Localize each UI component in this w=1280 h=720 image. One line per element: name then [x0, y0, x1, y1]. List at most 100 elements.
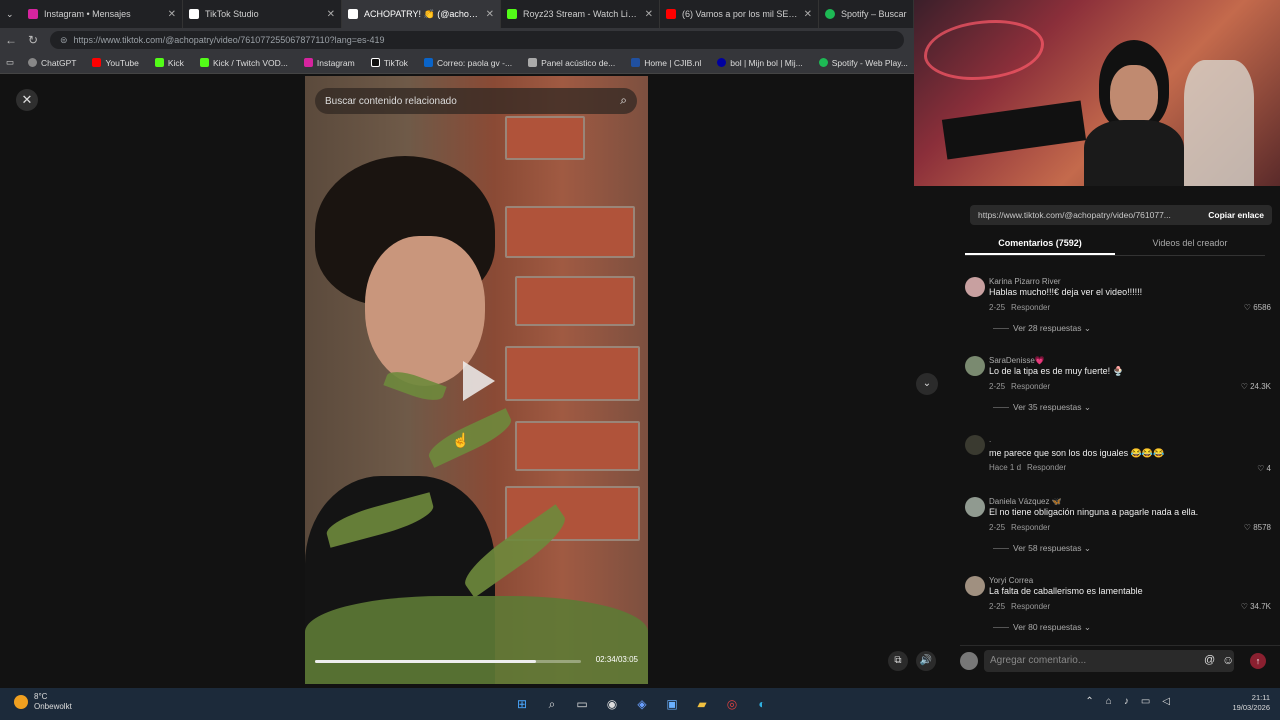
- bookmark-tiktok[interactable]: TikTok: [363, 58, 416, 68]
- avatar[interactable]: [965, 277, 985, 297]
- bookmark-spotify[interactable]: Spotify - Web Play...: [811, 58, 916, 68]
- close-video-button[interactable]: ✕: [16, 89, 38, 111]
- app-icon[interactable]: ◈: [632, 694, 652, 714]
- edge-icon[interactable]: ◐: [752, 694, 772, 714]
- related-search-input[interactable]: Buscar contenido relacionado ⌕: [315, 88, 637, 114]
- display-icon[interactable]: ▭: [1141, 696, 1150, 707]
- close-icon[interactable]: ✕: [327, 9, 335, 20]
- weather-widget[interactable]: 8°C Onbewolkt: [14, 692, 72, 712]
- browser-tab[interactable]: Royz23 Stream - Watch Live on Ki✕: [501, 0, 660, 28]
- bookmark-correo[interactable]: Correo: paola gv -...: [416, 58, 520, 68]
- arrow-up-icon: ↑: [1255, 656, 1261, 666]
- bookmark-cjib[interactable]: Home | CJIB.nl: [623, 58, 709, 68]
- avatar[interactable]: [965, 435, 985, 455]
- reload-icon[interactable]: ↻: [22, 33, 44, 47]
- send-button[interactable]: ↑: [1250, 653, 1266, 669]
- like-button[interactable]: ♡ 24.3K: [1241, 382, 1271, 391]
- network-icon[interactable]: ⌂: [1106, 696, 1112, 707]
- pip-button[interactable]: ⧉: [888, 651, 908, 671]
- like-button[interactable]: ♡ 6586: [1244, 303, 1271, 312]
- windows-start-icon[interactable]: ⊞: [512, 694, 532, 714]
- bookmark-bol[interactable]: bol | Mijn bol | Mij...: [709, 58, 810, 68]
- browser-tab-active[interactable]: ACHOPATRY! 👏 (@achopatry) | T✕: [342, 0, 501, 28]
- comment-author[interactable]: Daniela Vázquez 🦋: [989, 497, 1062, 506]
- avatar[interactable]: [965, 356, 985, 376]
- bookmark-kick[interactable]: Kick: [147, 58, 192, 68]
- search-icon[interactable]: ⌕: [542, 694, 562, 714]
- chrome-icon[interactable]: ◎: [722, 694, 742, 714]
- comment-author[interactable]: .: [989, 435, 991, 444]
- search-icon[interactable]: ⌕: [620, 93, 627, 108]
- browser-tab[interactable]: TikTok Studio ✕: [183, 0, 342, 28]
- reply-button[interactable]: Responder: [1011, 382, 1050, 391]
- tab-comments[interactable]: Comentarios (7592): [965, 232, 1115, 255]
- microphone-icon[interactable]: ♪: [1124, 696, 1129, 707]
- like-button[interactable]: ♡ 4: [1257, 464, 1271, 473]
- volume-icon[interactable]: ◁: [1162, 696, 1170, 707]
- copy-link-button[interactable]: Copiar enlace: [1200, 210, 1272, 220]
- video-progress-bar[interactable]: [315, 660, 581, 663]
- comment-author[interactable]: Karina Pizarro River: [989, 277, 1061, 286]
- bookmark-instagram[interactable]: Instagram: [296, 58, 363, 68]
- chevron-down-icon: ⌄: [6, 8, 14, 19]
- comment-input[interactable]: Agregar comentario...: [984, 650, 1234, 672]
- view-replies-button[interactable]: Ver 28 respuestas ⌄: [993, 323, 1091, 334]
- volume-button[interactable]: 🔊: [916, 651, 936, 671]
- store-icon[interactable]: ▣: [662, 694, 682, 714]
- share-link-text[interactable]: https://www.tiktok.com/@achopatry/video/…: [970, 210, 1200, 220]
- folder-icon[interactable]: ▰: [692, 694, 712, 714]
- close-icon[interactable]: ✕: [168, 9, 176, 20]
- reply-button[interactable]: Responder: [1011, 602, 1050, 611]
- browser-tab[interactable]: Spotify – Buscar: [819, 0, 914, 28]
- play-icon[interactable]: [463, 361, 495, 401]
- obs-icon[interactable]: ◉: [602, 694, 622, 714]
- close-icon[interactable]: ✕: [804, 9, 812, 20]
- clock[interactable]: 21:11 19/03/2026: [1232, 693, 1270, 713]
- comment-item: SaraDenisse💗 Lo de la tipa es de muy fue…: [965, 356, 1271, 416]
- view-replies-button[interactable]: Ver 35 respuestas ⌄: [993, 402, 1091, 413]
- bookmarks-menu-icon[interactable]: ▭: [0, 57, 20, 68]
- tab-creator-videos[interactable]: Videos del creador: [1115, 232, 1265, 255]
- heart-icon: ♡: [1243, 523, 1251, 532]
- like-button[interactable]: ♡ 8578: [1244, 523, 1271, 532]
- comment-text: Hablas mucho!!!€ deja ver el video!!!!!!: [989, 287, 1143, 297]
- reply-button[interactable]: Responder: [1027, 463, 1066, 472]
- video-player[interactable]: Buscar contenido relacionado ⌕ 02:34/03:0…: [305, 76, 648, 684]
- youtube-icon: [92, 58, 102, 67]
- next-video-button[interactable]: ⌄: [916, 373, 938, 395]
- mention-icon[interactable]: @: [1204, 654, 1215, 666]
- back-icon[interactable]: ←: [0, 33, 22, 47]
- shop-icon: [528, 58, 538, 67]
- tab-list-button[interactable]: ⌄: [0, 0, 22, 28]
- reply-button[interactable]: Responder: [1011, 303, 1050, 312]
- bol-icon: [717, 58, 727, 67]
- comment-author[interactable]: SaraDenisse💗: [989, 356, 1045, 365]
- chevron-up-icon[interactable]: ⌃: [1085, 696, 1093, 707]
- close-icon[interactable]: ✕: [486, 9, 494, 20]
- close-icon[interactable]: ✕: [645, 9, 653, 20]
- heart-icon: ♡: [1243, 303, 1251, 312]
- panel-tabs: Comentarios (7592) Videos del creador: [965, 232, 1265, 256]
- video-progress-fill: [315, 660, 536, 663]
- browser-tab[interactable]: (6) Vamos a por los mil SEGUIDO!✕: [660, 0, 819, 28]
- comment-text: El no tiene obligación ninguna a pagarle…: [989, 507, 1199, 517]
- reply-button[interactable]: Responder: [1011, 523, 1050, 532]
- comment-author[interactable]: Yoryi Correa: [989, 576, 1033, 585]
- emoji-icon[interactable]: ☺: [1222, 653, 1234, 667]
- task-view-icon[interactable]: ▭: [572, 694, 592, 714]
- url-input[interactable]: ⊜ https://www.tiktok.com/@achopatry/video…: [50, 31, 904, 49]
- site-info-icon[interactable]: ⊜: [60, 35, 68, 46]
- like-button[interactable]: ♡ 34.7K: [1241, 602, 1271, 611]
- avatar[interactable]: [965, 576, 985, 596]
- browser-tab[interactable]: Instagram • Mensajes ✕: [22, 0, 183, 28]
- bookmark-panel[interactable]: Panel acústico de...: [520, 58, 623, 68]
- comment-composer: Agregar comentario... @ ☺ ↑: [960, 645, 1280, 675]
- comment-item: . me parece que son los dos iguales 😂😂😂 …: [965, 435, 1271, 475]
- bookmark-chatgpt[interactable]: ChatGPT: [20, 58, 84, 68]
- view-replies-button[interactable]: Ver 58 respuestas ⌄: [993, 543, 1091, 554]
- bookmark-youtube[interactable]: YouTube: [84, 58, 146, 68]
- avatar[interactable]: [965, 497, 985, 517]
- view-replies-button[interactable]: Ver 80 respuestas ⌄: [993, 622, 1091, 633]
- bookmark-kick-twitch[interactable]: Kick / Twitch VOD...: [192, 58, 296, 68]
- close-icon: ✕: [21, 92, 33, 107]
